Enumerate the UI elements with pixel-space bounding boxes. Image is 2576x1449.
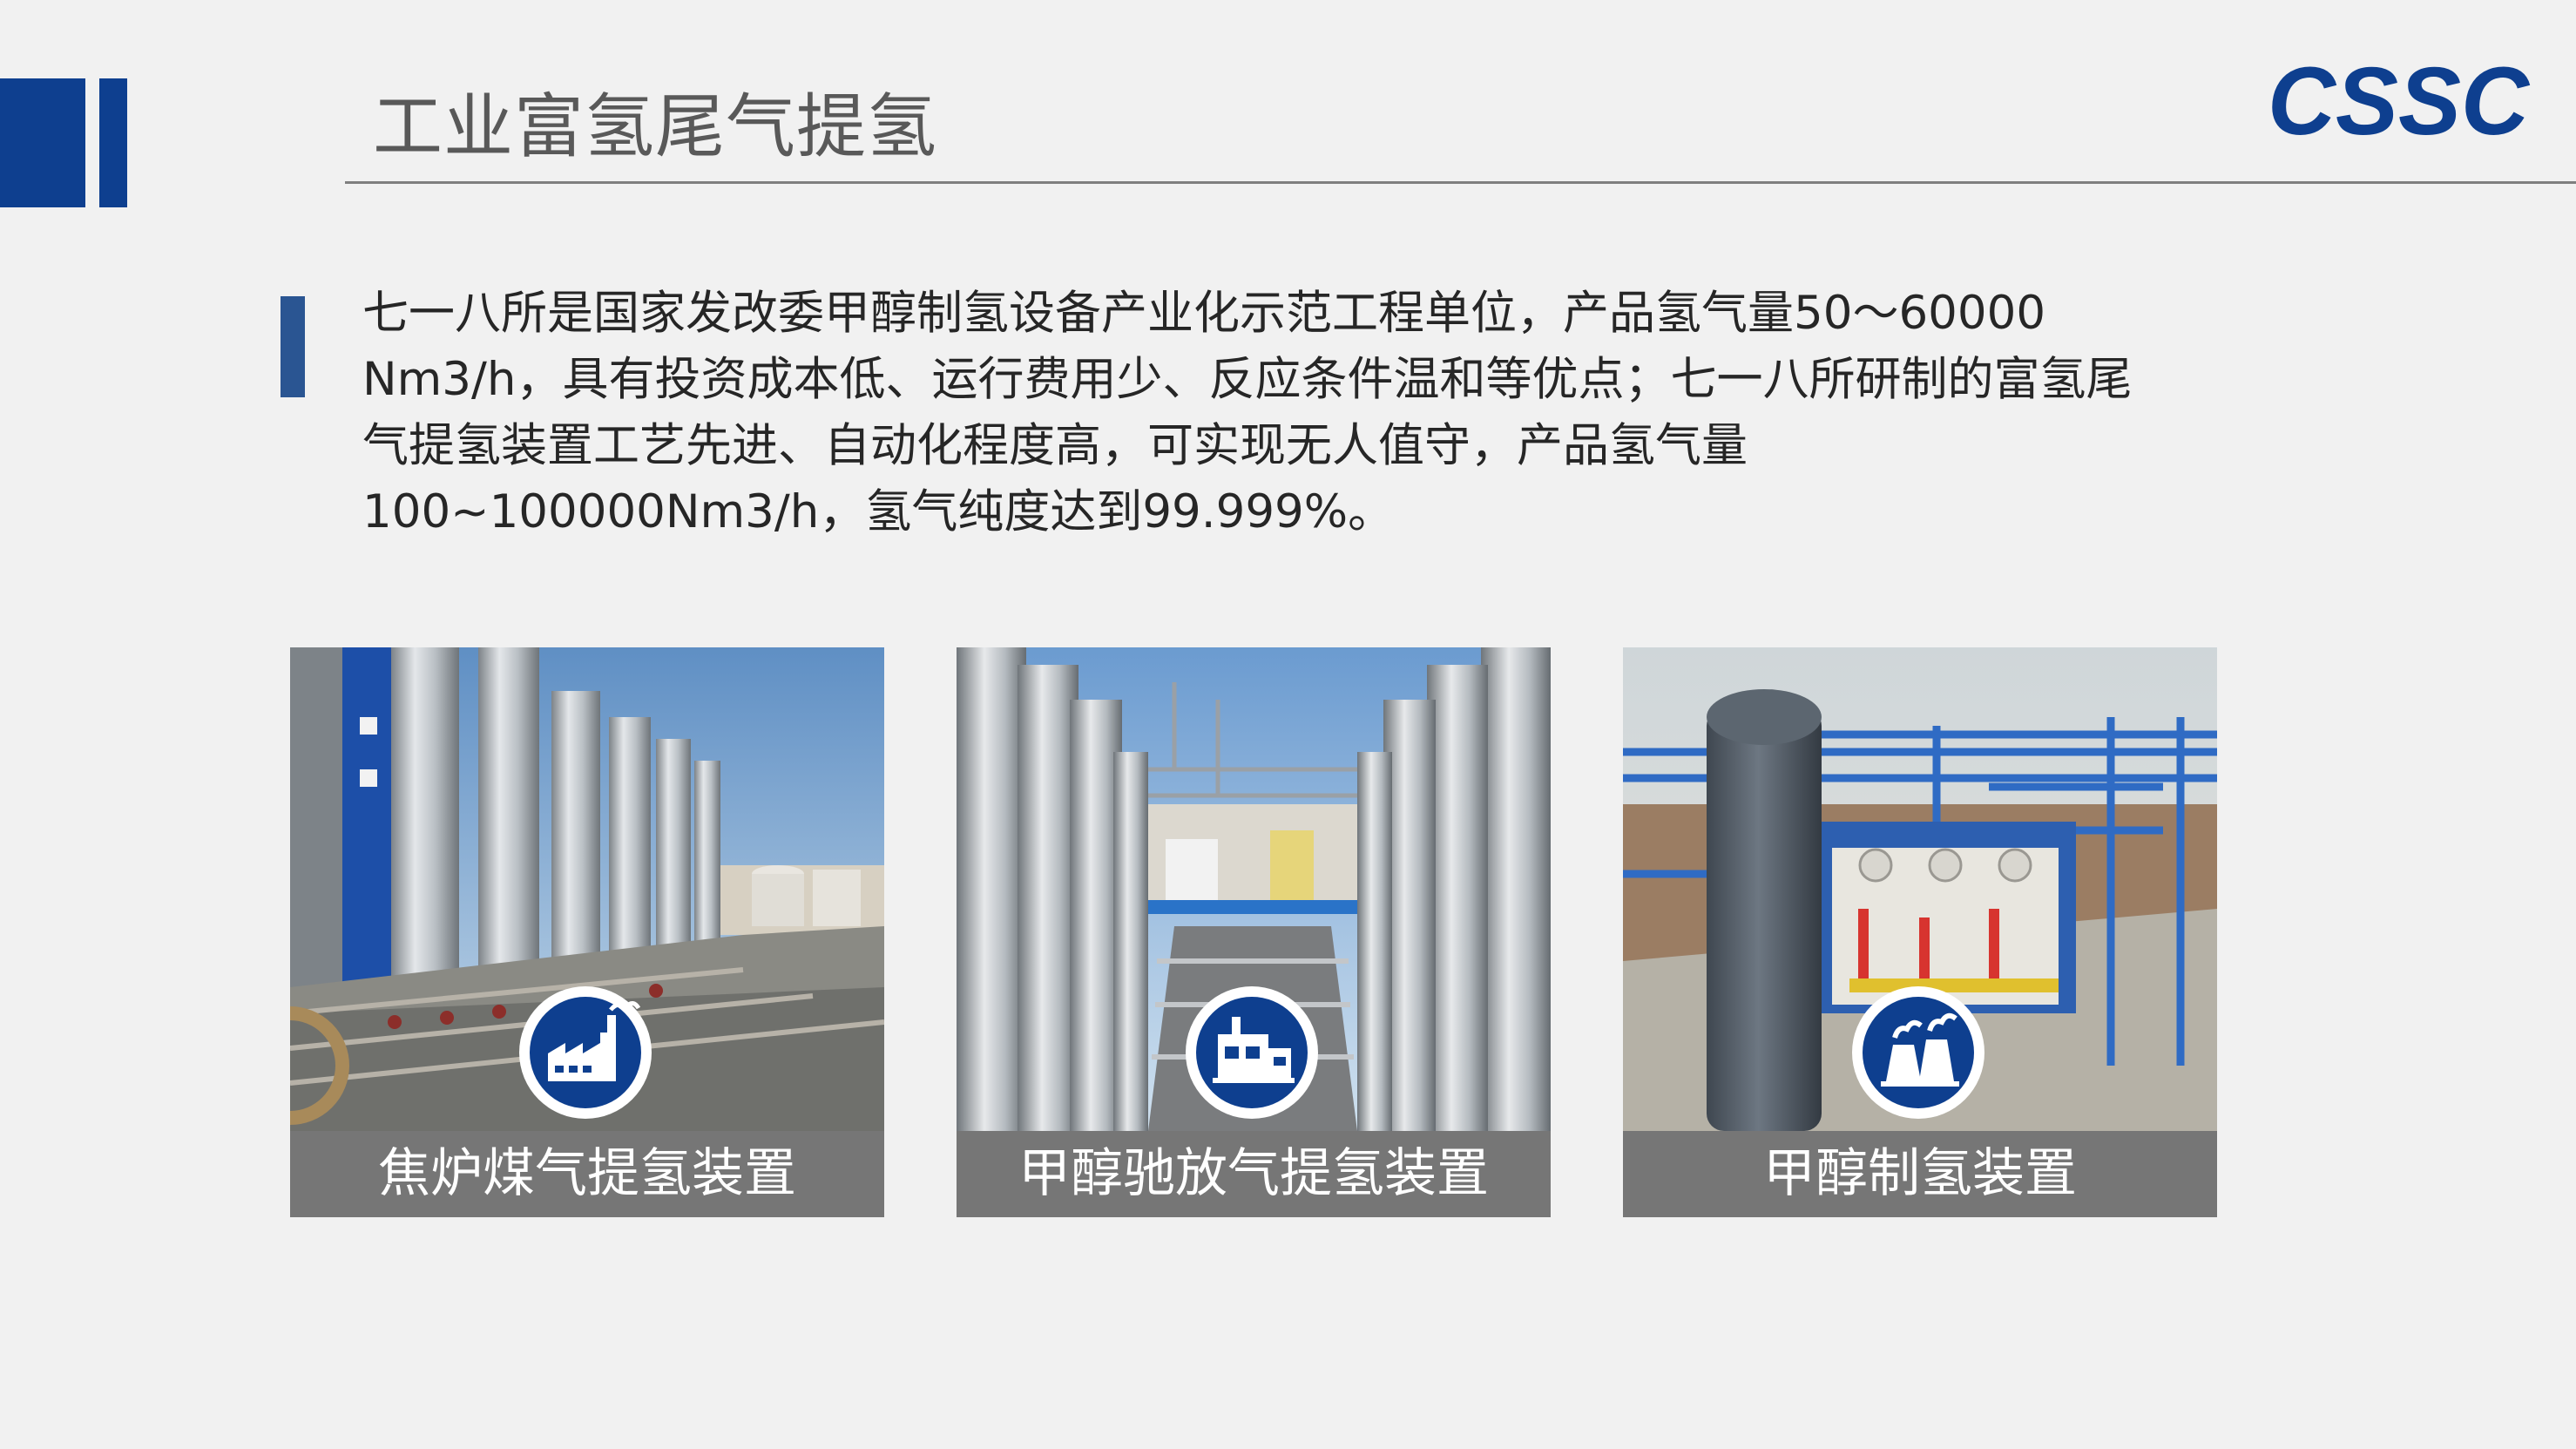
cssc-logo: CSSC [2268, 61, 2531, 145]
cooling-towers-icon [1852, 986, 1984, 1119]
card-methanol-purge-gas: 甲醇驰放气提氢装置 [957, 647, 1551, 1217]
plant-building-icon [1186, 986, 1318, 1119]
svg-text:CSSC: CSSC [2268, 61, 2531, 145]
card-caption: 甲醇制氢装置 [1623, 1131, 2217, 1217]
card-caption: 甲醇驰放气提氢装置 [957, 1131, 1551, 1217]
page-title: 工业富氢尾气提氢 [373, 86, 937, 167]
intro-accent-bar [281, 296, 305, 397]
card-caption: 焦炉煤气提氢装置 [290, 1131, 884, 1217]
corner-mark-bar-wide [0, 78, 85, 207]
card-methanol-hydrogen: 甲醇制氢装置 [1623, 647, 2217, 1217]
factory-icon [519, 986, 652, 1119]
intro-paragraph: 七一八所是国家发改委甲醇制氢设备产业化示范工程单位，产品氢气量50～60000 … [362, 287, 2133, 538]
title-divider [345, 181, 2576, 184]
corner-mark-bar-narrow [99, 78, 127, 207]
card-coke-oven-gas: 焦炉煤气提氢装置 [290, 647, 884, 1217]
